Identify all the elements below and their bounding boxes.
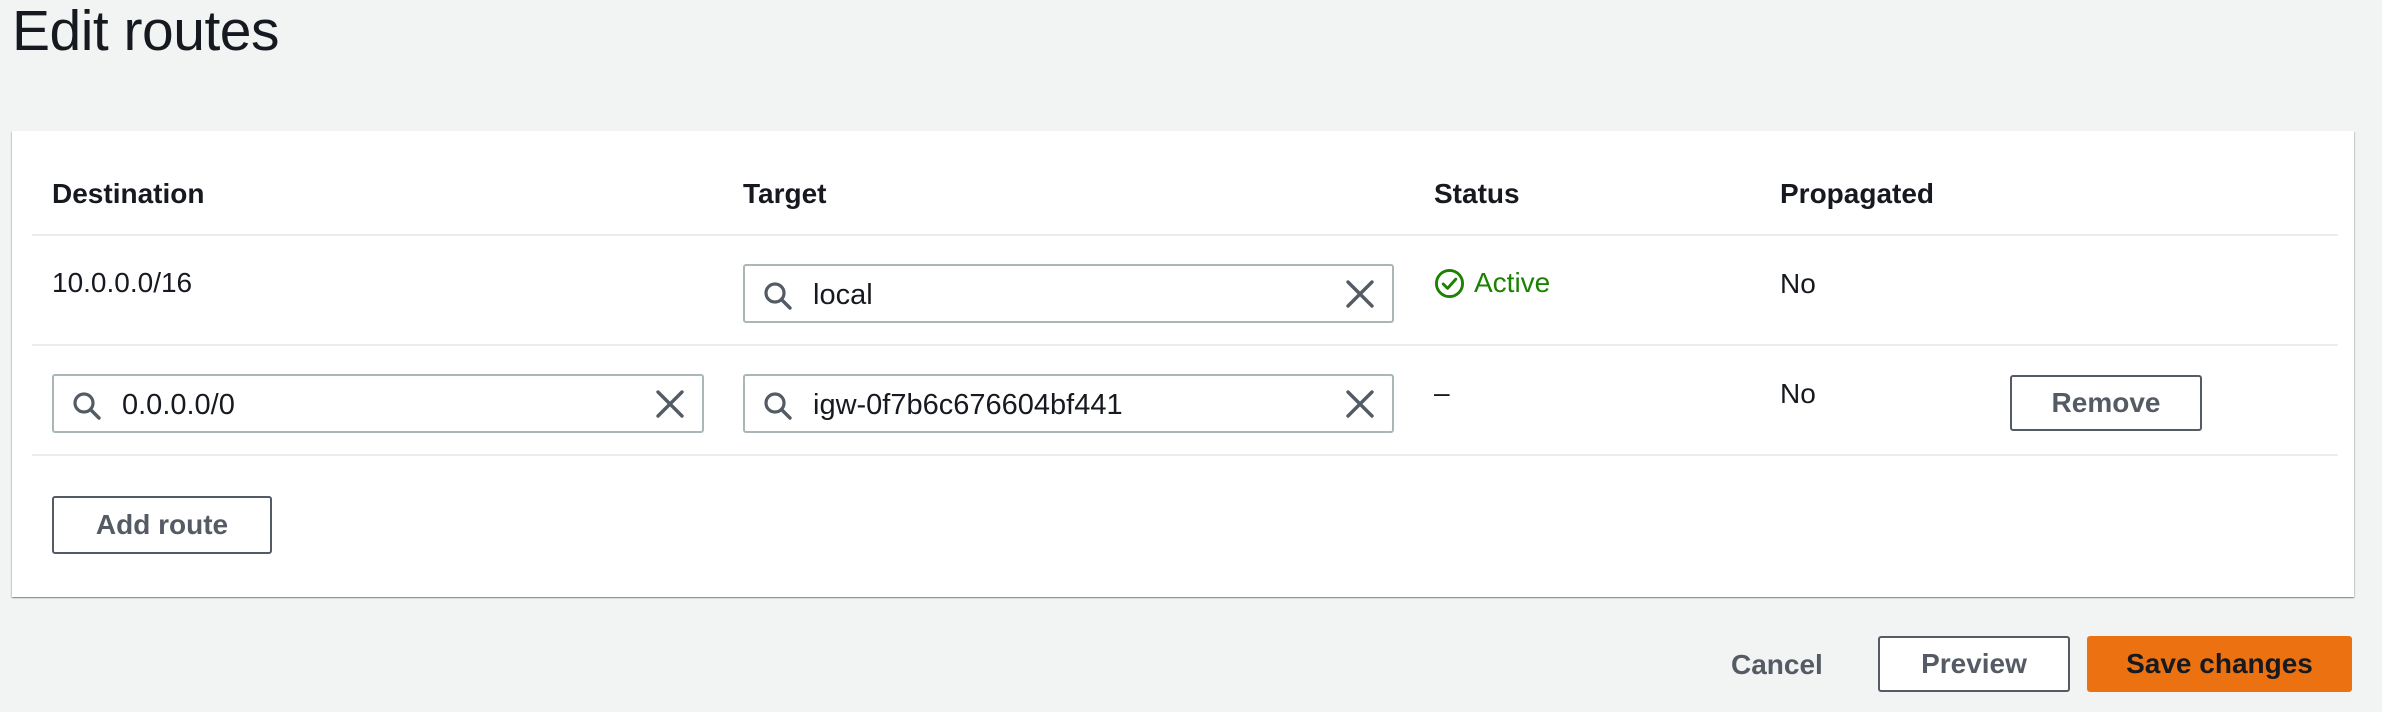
- search-icon: [73, 392, 101, 420]
- propagated-cell: No: [1780, 268, 1816, 299]
- page-title: Edit routes: [12, 0, 279, 63]
- close-icon[interactable]: [1344, 278, 1376, 310]
- column-header-propagated: Propagated: [1780, 178, 1935, 209]
- destination-cell: 10.0.0.0/16: [52, 267, 193, 298]
- remove-route-button[interactable]: Remove: [2010, 375, 2202, 431]
- header-divider: [32, 234, 2338, 236]
- target-search-input[interactable]: igw-0f7b6c676604bf441: [743, 374, 1394, 433]
- destination-value: 0.0.0.0/0: [122, 389, 235, 421]
- target-value: local: [813, 279, 873, 311]
- search-icon: [764, 392, 792, 420]
- search-icon: [764, 282, 792, 310]
- row-divider: [32, 344, 2338, 346]
- column-header-target: Target: [743, 178, 827, 209]
- close-icon[interactable]: [654, 388, 686, 420]
- preview-button[interactable]: Preview: [1878, 636, 2070, 692]
- propagated-cell: No: [1780, 378, 1816, 409]
- destination-search-input[interactable]: 0.0.0.0/0: [52, 374, 704, 433]
- close-icon[interactable]: [1344, 388, 1376, 420]
- target-search-input[interactable]: local: [743, 264, 1394, 323]
- status-text: Active: [1474, 267, 1551, 298]
- row-divider: [32, 454, 2338, 456]
- save-changes-button[interactable]: Save changes: [2087, 636, 2352, 692]
- status-cell: –: [1434, 377, 1450, 408]
- target-value: igw-0f7b6c676604bf441: [813, 389, 1123, 421]
- routes-table-panel: Destination Target Status Propagated 10.…: [12, 131, 2354, 597]
- column-header-destination: Destination: [52, 178, 205, 209]
- check-circle-icon: [1434, 268, 1465, 298]
- add-route-button[interactable]: Add route: [52, 496, 272, 554]
- cancel-button[interactable]: Cancel: [1731, 648, 1823, 682]
- status-badge: Active: [1434, 266, 1550, 300]
- column-header-status: Status: [1434, 178, 1520, 209]
